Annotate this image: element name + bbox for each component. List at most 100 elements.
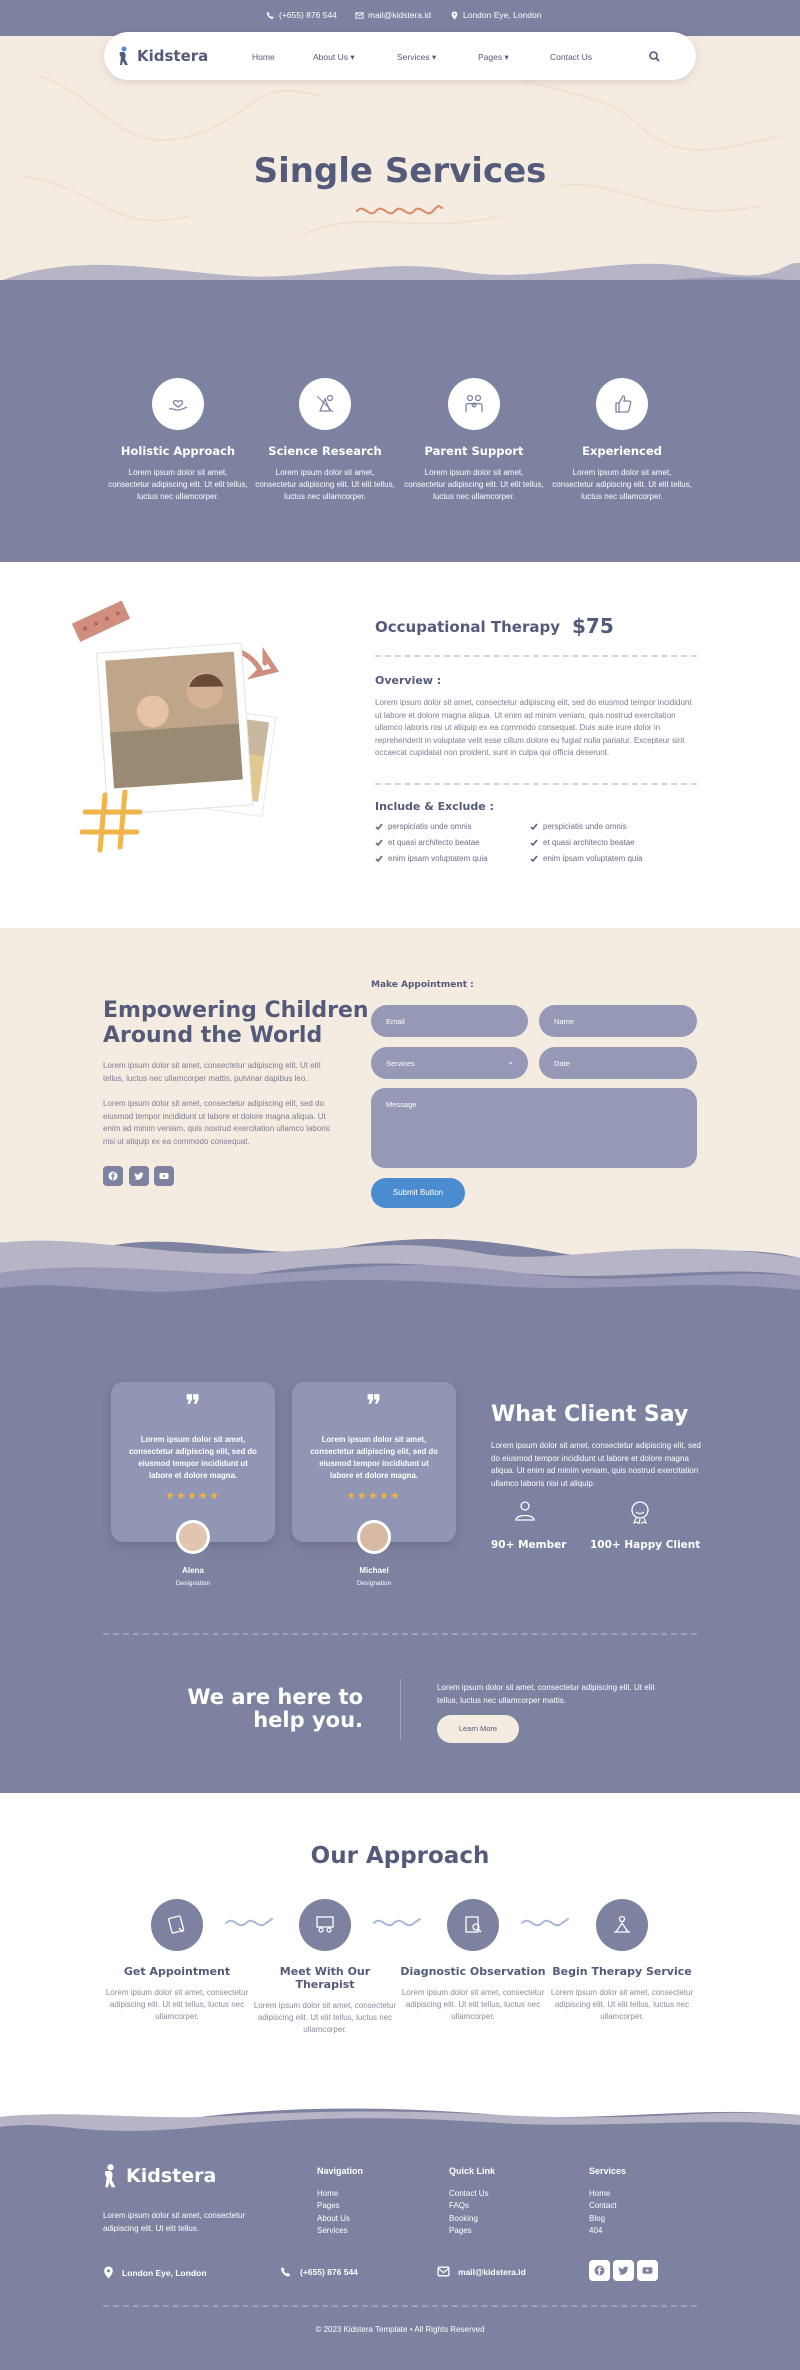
check-icon xyxy=(530,823,538,830)
footer-email[interactable]: mail@kidstera.id xyxy=(437,2266,526,2277)
learn-more-button[interactable]: Learn More xyxy=(437,1715,519,1743)
diagnostic-icon xyxy=(465,1916,482,1933)
thumbs-up-icon xyxy=(615,395,632,413)
heart-hand-icon xyxy=(168,399,188,411)
check-icon xyxy=(375,823,383,830)
feature-title: Science Research xyxy=(268,444,382,458)
message-field[interactable]: Message xyxy=(371,1088,697,1168)
squiggle-underline xyxy=(355,205,444,215)
include-item-text: et quasi architecto beatae xyxy=(388,838,480,847)
overview-text: Lorem ipsum dolor sit amet, consectetur … xyxy=(375,698,692,757)
facebook-icon[interactable] xyxy=(589,2260,610,2281)
list-item: et quasi architecto beatae xyxy=(375,838,488,847)
footer-link[interactable]: Home xyxy=(589,2188,626,2201)
topbar-location[interactable]: London Eye, London xyxy=(450,10,541,20)
kid-logo-icon xyxy=(119,46,128,65)
youtube-icon[interactable] xyxy=(637,2260,658,2281)
nav-home[interactable]: Home xyxy=(252,52,275,62)
footer-email-text: mail@kidstera.id xyxy=(458,2266,526,2277)
testimonial-author: Alena Designation xyxy=(111,1566,275,1587)
step-arrow-icon xyxy=(225,1918,273,1927)
footer-link[interactable]: Pages xyxy=(317,2200,363,2213)
appointment-card-icon xyxy=(167,1915,185,1934)
include-list-left: perspiciatis unde omnis et quasi archite… xyxy=(375,822,488,863)
twitter-icon[interactable] xyxy=(128,1166,149,1186)
step-desc: Lorem ipsum dolor sit amet, consectetur … xyxy=(253,2001,397,2034)
nav-pages[interactable]: Pages ▾ xyxy=(478,52,509,63)
phone-icon xyxy=(280,2267,291,2277)
divider xyxy=(375,783,697,785)
feature-card: Experienced Lorem ipsum dolor sit amet, … xyxy=(552,378,692,503)
feature-card: Holistic Approach Lorem ipsum dolor sit … xyxy=(108,378,248,503)
testimonial-quote: Lorem ipsum dolor sit amet, consectetur … xyxy=(310,1435,438,1480)
therapist-meeting-icon xyxy=(316,1916,334,1933)
step-desc: Lorem ipsum dolor sit amet, consectetur … xyxy=(550,1988,694,2021)
footer-location[interactable]: London Eye, London xyxy=(103,2266,207,2279)
testimonials-section: ❞ Lorem ipsum dolor sit amet, consectetu… xyxy=(0,1228,800,1793)
cta-heading-line2: help you. xyxy=(253,1708,363,1732)
footer-link[interactable]: Contact Us xyxy=(449,2188,495,2201)
step-icon-circle xyxy=(151,1899,203,1951)
divider xyxy=(375,655,697,657)
approach-section: Our Approach Get Appointment Lorem ipsum… xyxy=(0,1793,800,2113)
list-item: enim ipsam voluptatem quia xyxy=(530,854,643,863)
submit-button[interactable]: Submit Button xyxy=(371,1178,465,1208)
footer-link[interactable]: Home xyxy=(317,2188,363,2201)
members-icon xyxy=(515,1501,535,1521)
approach-title: Our Approach xyxy=(310,1843,490,1869)
footer-link[interactable]: Pages xyxy=(449,2225,495,2238)
check-icon xyxy=(375,839,383,846)
footer-link[interactable]: FAQs xyxy=(449,2200,495,2213)
author-name: Alena xyxy=(182,1566,204,1575)
step-desc: Lorem ipsum dolor sit amet, consectetur … xyxy=(105,1988,249,2021)
footer-link[interactable]: Contact xyxy=(589,2200,626,2213)
step-desc: Lorem ipsum dolor sit amet, consectetur … xyxy=(401,1988,545,2021)
footer-link[interactable]: About Us xyxy=(317,2213,363,2226)
brand-logo[interactable]: Kidstera xyxy=(118,46,208,66)
footer-link[interactable]: Services xyxy=(317,2225,363,2238)
footer-logo[interactable]: Kidstera xyxy=(103,2163,216,2189)
nav-pages-label: Pages xyxy=(478,52,503,62)
service-name: Occupational Therapy xyxy=(375,618,560,636)
chevron-down-icon: ▾ xyxy=(431,52,437,62)
feature-card: Parent Support Lorem ipsum dolor sit ame… xyxy=(404,378,544,503)
step-title: Diagnostic Observation xyxy=(400,1965,546,1978)
twitter-icon[interactable] xyxy=(613,2260,634,2281)
mail-icon xyxy=(355,11,364,19)
feature-card: Science Research Lorem ipsum dolor sit a… xyxy=(255,378,395,503)
topbar-email[interactable]: mail@kidstera.id xyxy=(355,10,431,20)
appointment-section: Empowering Children Around the World Lor… xyxy=(0,928,800,1228)
cta-heading-line1: We are here to xyxy=(187,1685,363,1709)
testimonial-quote: Lorem ipsum dolor sit amet, consectetur … xyxy=(129,1435,257,1480)
search-icon[interactable] xyxy=(649,51,660,62)
appointment-text-2: Lorem ipsum dolor sit amet, consectetur … xyxy=(103,1099,330,1146)
nav-about-label: About Us xyxy=(313,52,348,62)
include-item-text: perspiciatis unde omnis xyxy=(543,822,627,831)
footer-link[interactable]: 404 xyxy=(589,2225,626,2238)
footer-link[interactable]: Blog xyxy=(589,2213,626,2226)
nav-about[interactable]: About Us ▾ xyxy=(313,52,355,63)
footer-link[interactable]: Booking xyxy=(449,2213,495,2226)
include-item-text: et quasi architecto beatae xyxy=(543,838,635,847)
footer-about: Lorem ipsum dolor sit amet, consectetur … xyxy=(103,2211,246,2233)
check-icon xyxy=(375,855,383,862)
youtube-icon[interactable] xyxy=(154,1166,175,1186)
name-field[interactable]: Name xyxy=(539,1005,697,1037)
overview-label: Overview : xyxy=(375,674,442,687)
nav-services[interactable]: Services ▾ xyxy=(397,52,436,63)
footer-phone[interactable]: (+655) 876 544 xyxy=(280,2266,358,2278)
footer-wave xyxy=(0,2105,800,2131)
nav-contact[interactable]: Contact Us xyxy=(550,52,592,62)
list-item: enim ipsam voluptatem quia xyxy=(375,854,488,863)
step-title: Get Appointment xyxy=(123,1965,231,1978)
check-icon xyxy=(530,855,538,862)
phone-icon xyxy=(266,11,274,19)
appointment-heading-line1: Empowering Children xyxy=(103,998,369,1023)
services-select[interactable]: Services ⌄ xyxy=(371,1047,528,1079)
date-field[interactable]: Date xyxy=(539,1047,697,1079)
feature-desc: Lorem ipsum dolor sit amet, consectetur … xyxy=(108,468,248,501)
feature-title: Holistic Approach xyxy=(120,444,236,458)
topbar-phone[interactable]: (+655) 876 544 xyxy=(266,10,337,20)
email-field[interactable]: Email xyxy=(371,1005,528,1037)
facebook-icon[interactable] xyxy=(103,1166,123,1186)
